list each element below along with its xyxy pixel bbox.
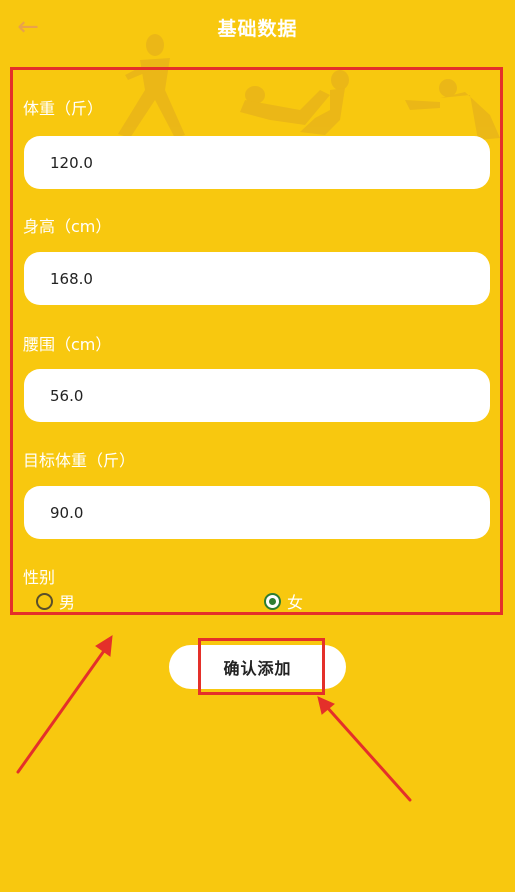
gender-option-female[interactable]: 女 <box>264 589 303 613</box>
target-weight-label: 目标体重（斤） <box>23 451 136 470</box>
gender-male-label: 男 <box>59 593 76 612</box>
page-title: 基础数据 <box>217 18 298 40</box>
weight-input[interactable] <box>24 136 490 189</box>
target-weight-input[interactable] <box>24 486 490 539</box>
radio-unchecked-icon <box>36 592 53 610</box>
gender-female-label: 女 <box>287 593 304 612</box>
arrow-to-button <box>324 704 412 802</box>
waist-label: 腰围（cm） <box>23 335 112 354</box>
arrow-to-form-head <box>95 635 113 657</box>
gender-label: 性别 <box>23 568 56 587</box>
arrow-to-button-head <box>317 696 335 715</box>
height-label: 身高（cm） <box>23 217 112 236</box>
confirm-add-button[interactable]: 确认添加 <box>169 645 346 689</box>
radio-checked-icon <box>264 592 281 610</box>
height-input[interactable] <box>24 252 490 305</box>
arrow-to-form <box>16 646 108 774</box>
gender-option-male[interactable]: 男 <box>36 589 75 613</box>
waist-input[interactable] <box>24 369 490 422</box>
header-bar: ← 基础数据 <box>0 0 515 54</box>
weight-label: 体重（斤） <box>23 99 104 118</box>
